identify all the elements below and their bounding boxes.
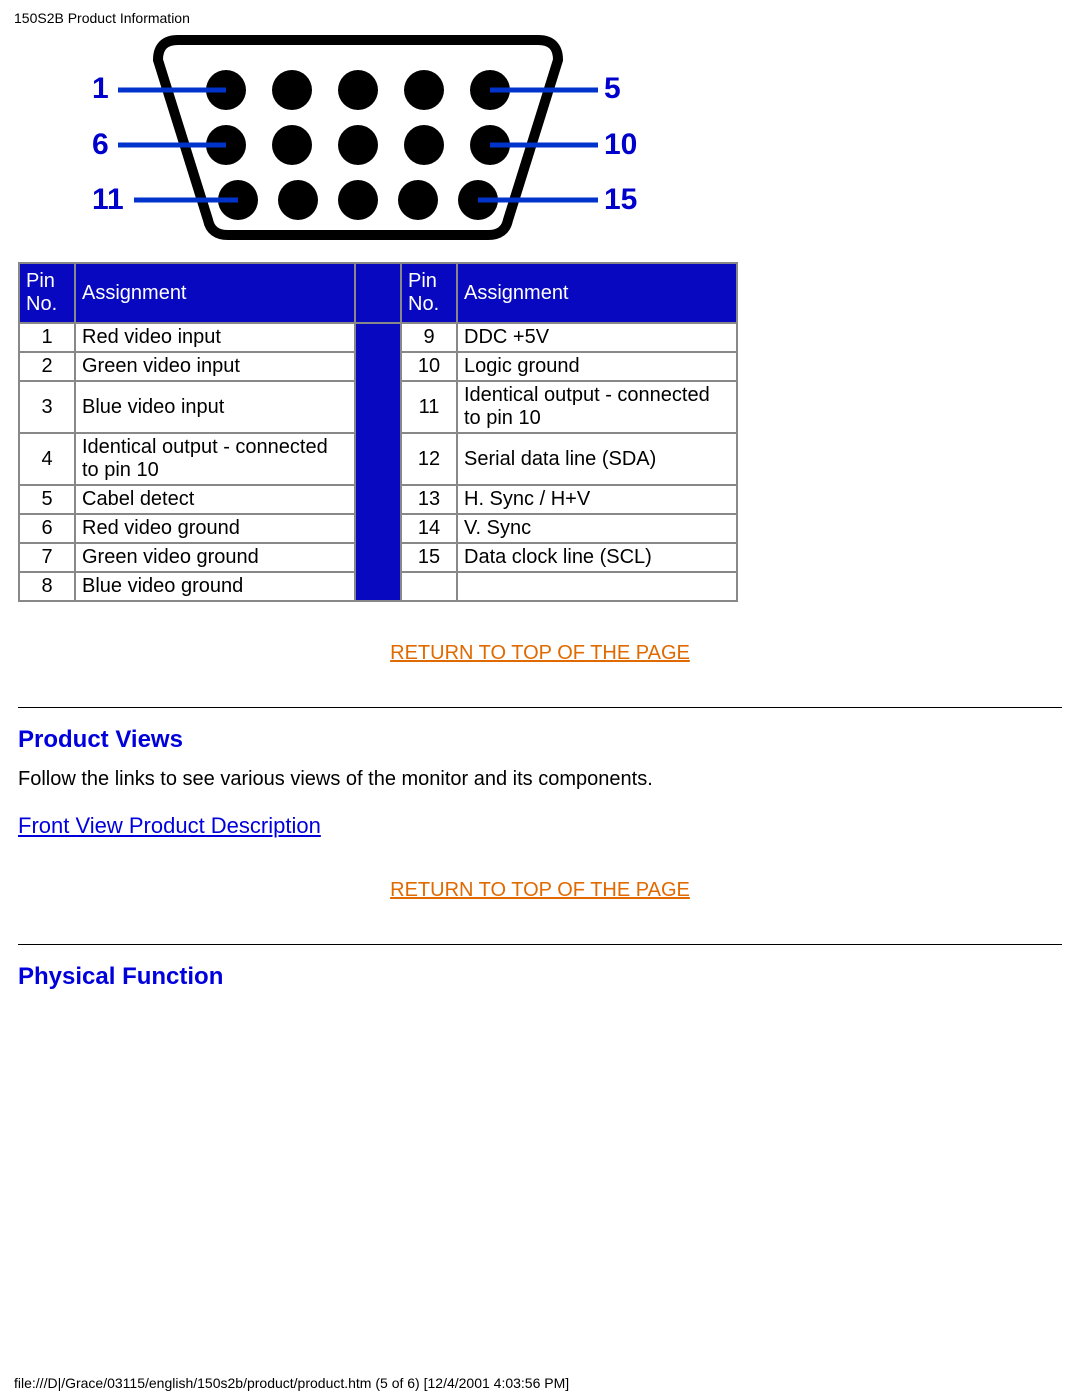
cell-pin-no: 15	[402, 544, 456, 571]
return-top-link[interactable]: RETURN TO TOP OF THE PAGE	[18, 642, 1062, 665]
table-row: 1Red video input 9DDC +5V	[20, 324, 736, 351]
cell-pin-no: 13	[402, 486, 456, 513]
page-header: 150S2B Product Information	[0, 0, 1080, 26]
section-title-product-views: Product Views	[18, 726, 1062, 754]
pin-label-15: 15	[604, 183, 637, 217]
cell-assign: V. Sync	[458, 515, 736, 542]
cell-assign: Data clock line (SCL)	[458, 544, 736, 571]
cell-pin-no: 14	[402, 515, 456, 542]
pin-label-10: 10	[604, 128, 637, 162]
product-views-body: Follow the links to see various views of…	[18, 768, 1062, 791]
cell-assign: Blue video ground	[76, 573, 354, 600]
cell-pin-no: 5	[20, 486, 74, 513]
cell-assign: Green video ground	[76, 544, 354, 571]
pin-label-5: 5	[604, 72, 621, 106]
cell-assign: Logic ground	[458, 353, 736, 380]
cell-assign: Identical output - connected to pin 10	[458, 382, 736, 432]
col-head-assign-left: Assignment	[76, 264, 354, 322]
cell-assign: Red video ground	[76, 515, 354, 542]
pin-label-11: 11	[92, 183, 124, 217]
cell-assign: H. Sync / H+V	[458, 486, 736, 513]
section-title-physical-function: Physical Function	[18, 963, 1062, 991]
cell-pin-no: 2	[20, 353, 74, 380]
cell-pin-no: 4	[20, 434, 74, 484]
footer-path: file:///D|/Grace/03115/english/150s2b/pr…	[14, 1375, 569, 1391]
connector-diagram: 1 6 11 5 10 15	[8, 30, 708, 250]
cell-pin-no: 3	[20, 382, 74, 432]
cell-assign: Serial data line (SDA)	[458, 434, 736, 484]
cell-assign: Identical output - connected to pin 10	[76, 434, 354, 484]
cell-assign	[458, 573, 736, 600]
col-head-pin-no-right: Pin No.	[402, 264, 456, 322]
cell-pin-no: 8	[20, 573, 74, 600]
return-top-link[interactable]: RETURN TO TOP OF THE PAGE	[18, 879, 1062, 902]
return-top-wrap-1: RETURN TO TOP OF THE PAGE	[18, 642, 1062, 708]
cell-assign: Red video input	[76, 324, 354, 351]
return-top-wrap-2: RETURN TO TOP OF THE PAGE	[18, 879, 1062, 945]
col-head-assign-right: Assignment	[458, 264, 736, 322]
pin-assignment-table: Pin No. Assignment Pin No. Assignment 1R…	[18, 262, 738, 602]
cell-assign: Cabel detect	[76, 486, 354, 513]
cell-pin-no: 10	[402, 353, 456, 380]
cell-assign: Blue video input	[76, 382, 354, 432]
cell-pin-no: 7	[20, 544, 74, 571]
cell-assign: DDC +5V	[458, 324, 736, 351]
cell-pin-no: 11	[402, 382, 456, 432]
col-head-pin-no-left: Pin No.	[20, 264, 74, 322]
cell-pin-no: 12	[402, 434, 456, 484]
cell-pin-no	[402, 573, 456, 600]
front-view-link[interactable]: Front View Product Description	[18, 813, 321, 838]
pin-label-6: 6	[92, 128, 109, 162]
pin-label-1: 1	[92, 72, 109, 106]
page-header-title: 150S2B Product Information	[14, 10, 190, 26]
table-spacer	[356, 324, 400, 600]
cell-pin-no: 1	[20, 324, 74, 351]
table-spacer-head	[356, 264, 400, 322]
vga-connector-icon	[8, 30, 708, 250]
cell-assign: Green video input	[76, 353, 354, 380]
cell-pin-no: 9	[402, 324, 456, 351]
cell-pin-no: 6	[20, 515, 74, 542]
